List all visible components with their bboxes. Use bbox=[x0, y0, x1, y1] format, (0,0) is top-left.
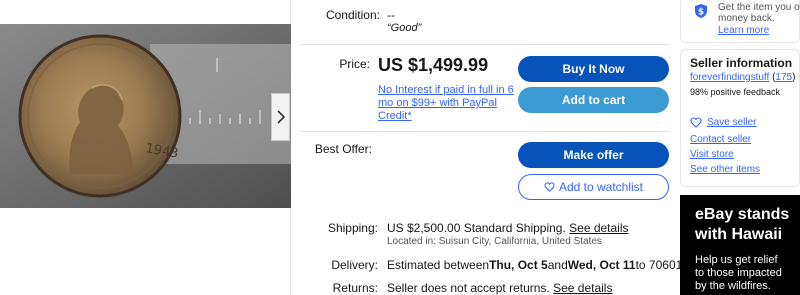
visit-store-link[interactable]: Visit store bbox=[690, 149, 734, 160]
returns-label: Returns: bbox=[332, 281, 378, 295]
learn-more-link[interactable]: Learn more bbox=[718, 25, 769, 36]
guarantee-line-1: Get the item you ord bbox=[718, 2, 800, 13]
chevron-right-icon bbox=[276, 110, 285, 124]
next-image-button[interactable] bbox=[271, 93, 290, 141]
seller-score-close: ) bbox=[792, 72, 796, 83]
seller-feedback: 98% positive feedback bbox=[690, 87, 781, 97]
delivery-prefix: Estimated between bbox=[387, 258, 490, 272]
returns-text: Seller does not accept returns. bbox=[387, 281, 554, 295]
shipping-details-link[interactable]: See details bbox=[569, 221, 628, 235]
heart-icon bbox=[690, 117, 702, 128]
financing-line-3: Credit* bbox=[378, 110, 412, 122]
save-seller-link: Save seller bbox=[707, 117, 757, 128]
see-other-items-link[interactable]: See other items bbox=[690, 164, 760, 175]
price-value: US $1,499.99 bbox=[378, 55, 489, 75]
hawaii-relief-ad[interactable]: eBay stands with Hawaii Help us get reli… bbox=[680, 195, 800, 295]
price-label: Price: bbox=[339, 57, 370, 71]
shipping-cost: US $2,500.00 bbox=[387, 221, 461, 235]
contact-seller-link[interactable]: Contact seller bbox=[690, 134, 751, 145]
condition-note: “Good” bbox=[387, 22, 422, 34]
seller-information-card: Seller information foreverfindingstuff (… bbox=[680, 49, 800, 187]
ad-body-1: Help us get relief bbox=[695, 254, 778, 266]
ad-body-3: by the wildfires. bbox=[695, 280, 771, 292]
delivery-zip: to 70601 bbox=[635, 258, 683, 272]
delivery-and: and bbox=[547, 258, 568, 272]
ad-headline-2: with Hawaii bbox=[695, 226, 783, 243]
delivery-info: Estimated between Thu, Oct 5 and Wed, Oc… bbox=[387, 258, 698, 272]
add-to-cart-button[interactable]: Add to cart bbox=[518, 87, 669, 113]
financing-line-1: No Interest if paid in full in 6 bbox=[378, 84, 514, 96]
coin-image: 1943 bbox=[0, 24, 291, 208]
make-offer-button[interactable]: Make offer bbox=[518, 142, 669, 168]
delivery-label: Delivery: bbox=[331, 258, 378, 272]
shipping-type: Standard Shipping. bbox=[460, 221, 570, 235]
coin-photo[interactable]: 1943 bbox=[0, 24, 291, 208]
ad-headline-1: eBay stands bbox=[695, 206, 790, 223]
financing-line-2: mo on $99+ with PayPal bbox=[378, 97, 497, 109]
returns-info: Seller does not accept returns. See deta… bbox=[387, 281, 612, 295]
shipping-info: US $2,500.00 Standard Shipping. See deta… bbox=[387, 221, 629, 235]
right-sidebar: $ Get the item you ord money back. Learn… bbox=[680, 0, 800, 295]
condition-label: Condition: bbox=[325, 8, 380, 22]
dollar-shield-icon: $ bbox=[695, 4, 707, 18]
delivery-end: Wed, Oct 11 bbox=[567, 258, 636, 272]
ad-body-2: to those impacted bbox=[695, 267, 782, 279]
best-offer-label: Best Offer: bbox=[314, 142, 372, 156]
item-location: Located in: Suisun City, California, Uni… bbox=[387, 236, 602, 247]
heart-icon bbox=[544, 182, 555, 192]
returns-details-link[interactable]: See details bbox=[553, 281, 612, 295]
seller-info-title: Seller information bbox=[690, 56, 793, 70]
financing-link[interactable]: No Interest if paid in full in 6 mo on $… bbox=[378, 84, 514, 123]
save-seller-row[interactable]: Save seller bbox=[690, 117, 756, 128]
shipping-label: Shipping: bbox=[327, 221, 378, 235]
condition-value: -- bbox=[387, 8, 395, 22]
seller-score-link[interactable]: 175 bbox=[775, 72, 792, 83]
image-gallery: 1943 bbox=[0, 0, 291, 295]
seller-name-row: foreverfindingstuff (175) bbox=[690, 72, 795, 83]
divider bbox=[300, 44, 670, 45]
money-back-guarantee-card: $ Get the item you ord money back. Learn… bbox=[680, 0, 800, 43]
buy-it-now-button[interactable]: Buy It Now bbox=[518, 56, 669, 82]
watchlist-label: Add to watchlist bbox=[558, 180, 644, 194]
add-to-watchlist-button[interactable]: Add to watchlist bbox=[518, 174, 669, 200]
svg-text:$: $ bbox=[698, 8, 704, 18]
divider bbox=[300, 131, 670, 132]
guarantee-line-2: money back. bbox=[718, 13, 775, 24]
delivery-start: Thu, Oct 5 bbox=[489, 258, 548, 272]
seller-name-link[interactable]: foreverfindingstuff bbox=[690, 72, 769, 83]
